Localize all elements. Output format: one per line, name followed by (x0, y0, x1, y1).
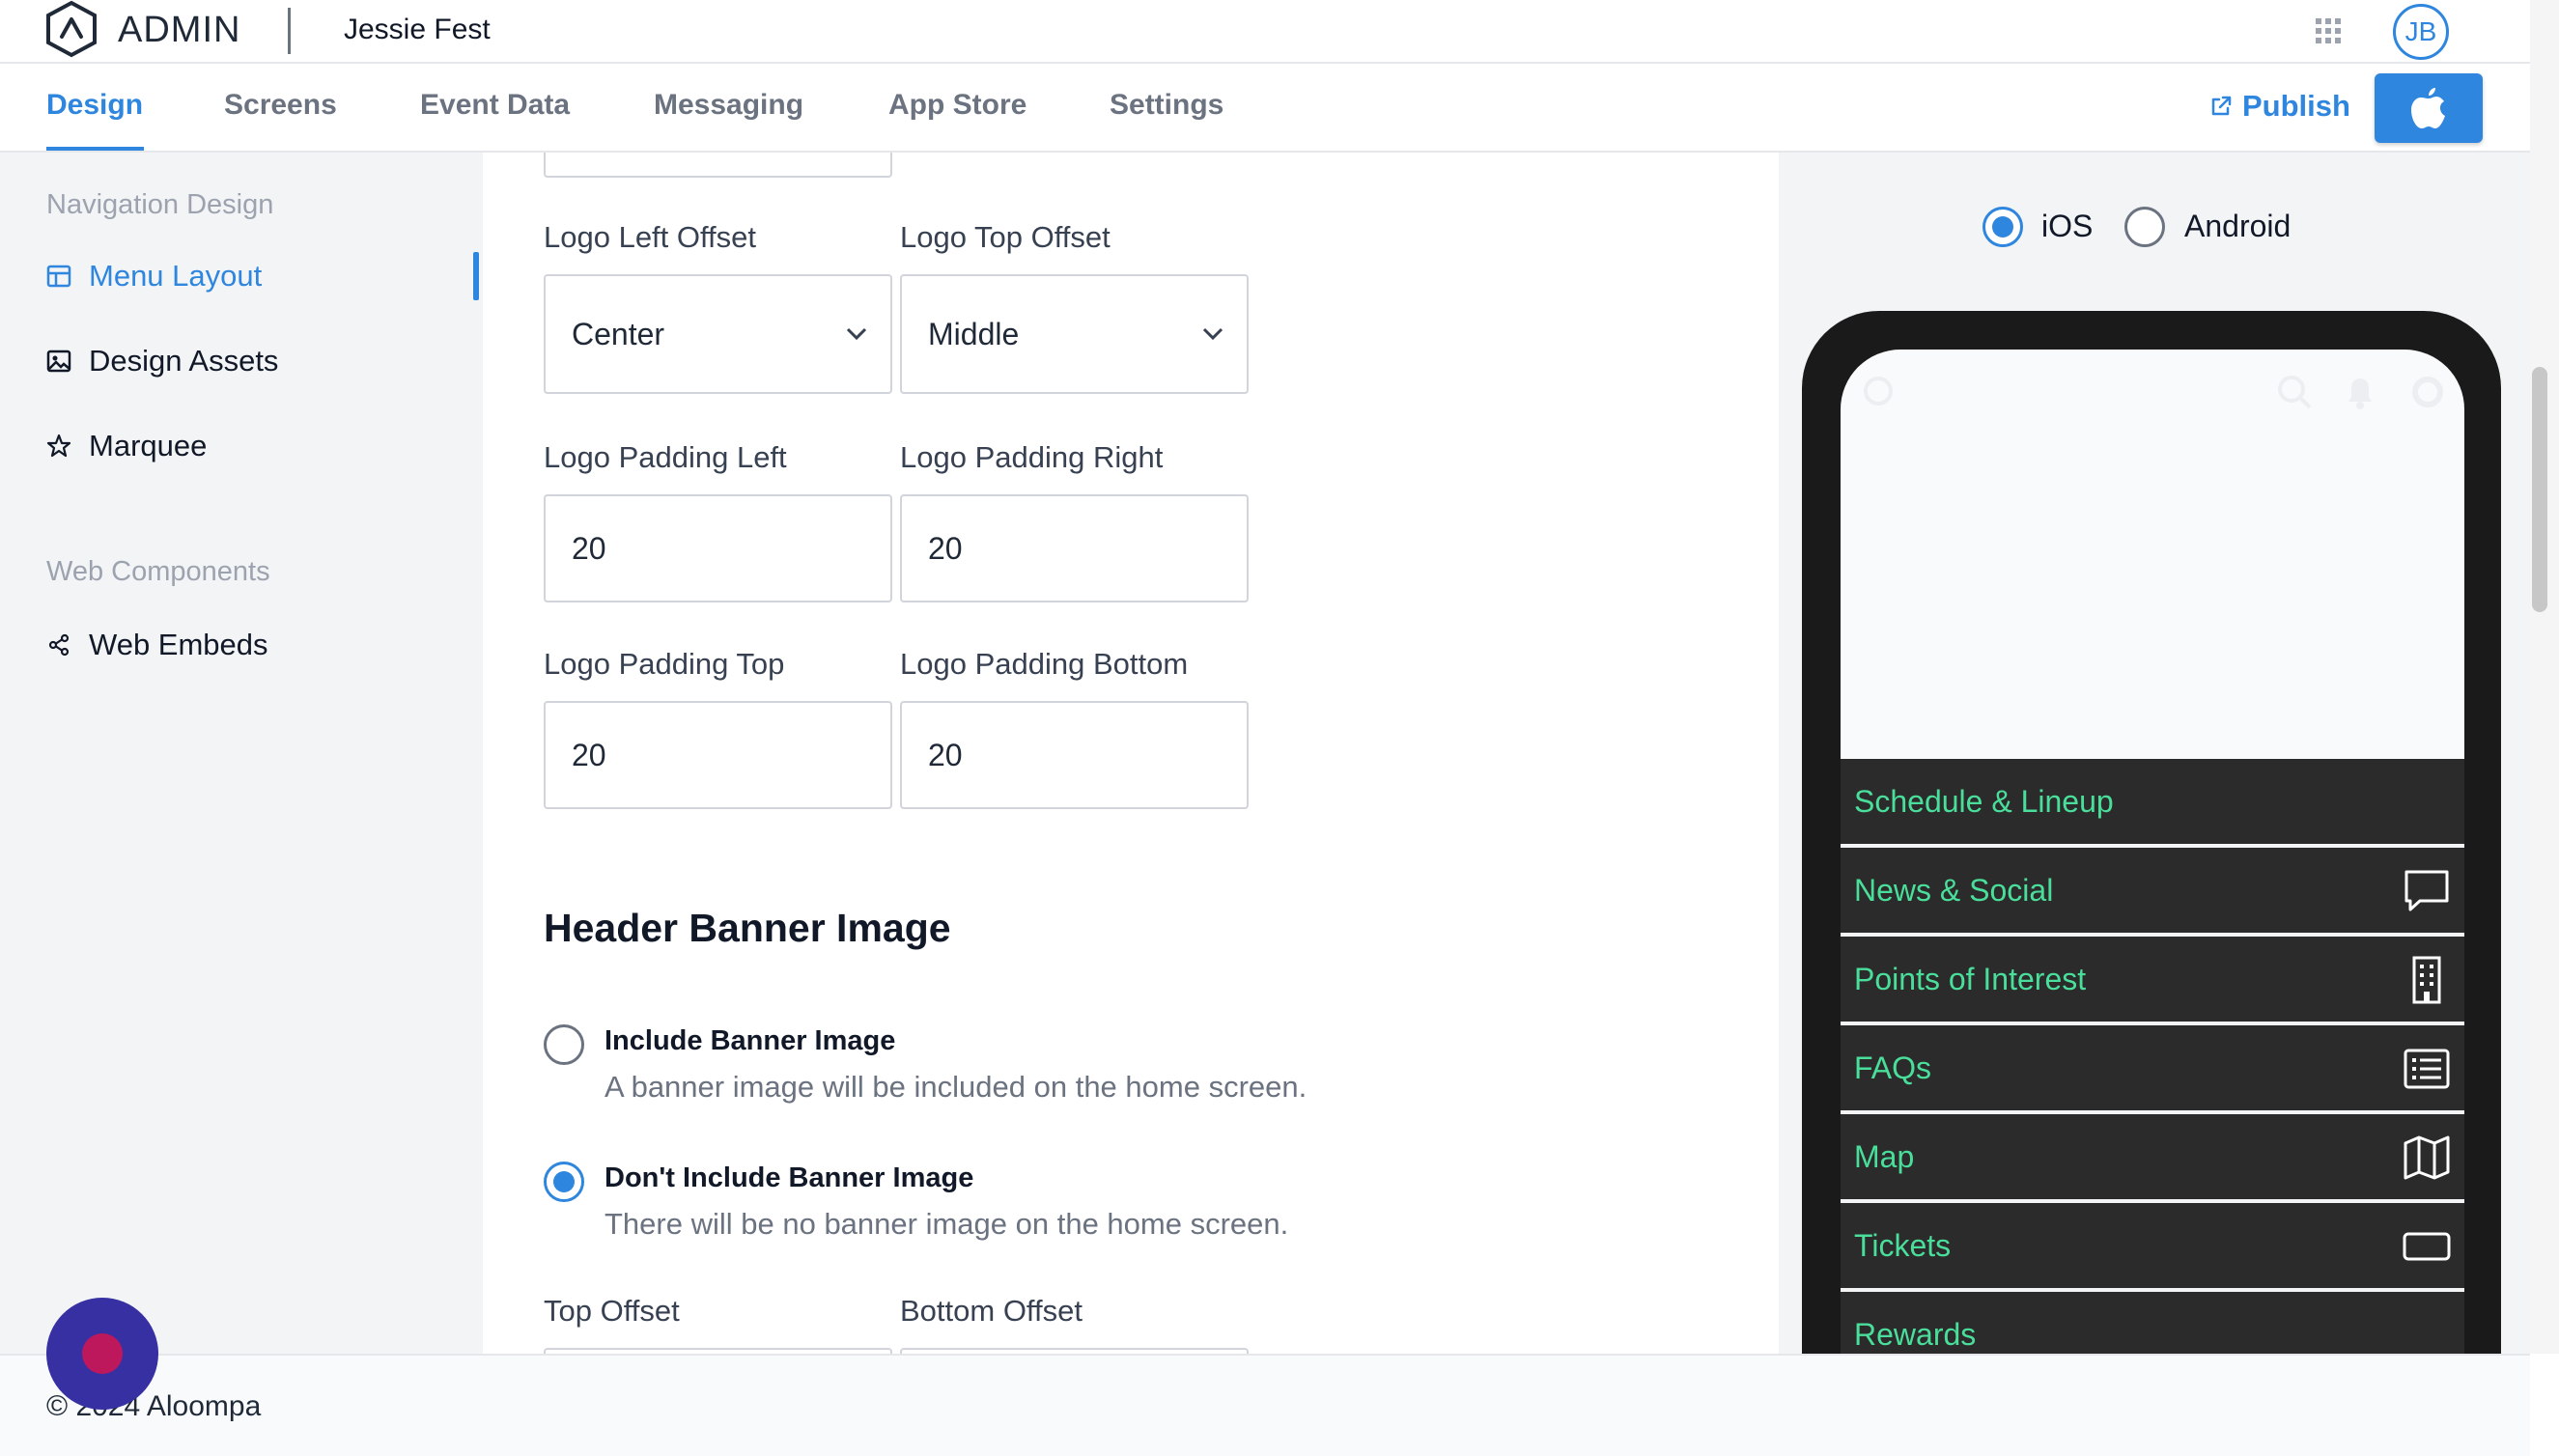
dont-include-banner-title: Don't Include Banner Image (605, 1162, 974, 1193)
preview-menu-item[interactable]: Schedule & Lineup (1841, 759, 2464, 848)
previous-field-input[interactable] (544, 153, 892, 178)
page-footer: © 2024 Aloompa (0, 1354, 2530, 1456)
preview-menu-item[interactable]: Points of Interest (1841, 937, 2464, 1025)
include-banner-radio[interactable] (544, 1024, 584, 1065)
chevron-down-icon (1202, 327, 1223, 341)
publish-button[interactable]: Publish (2209, 89, 2350, 124)
top-bar: ADMIN Jessie Fest JB (0, 0, 2530, 64)
sidebar-item-design-assets[interactable]: Design Assets (46, 344, 278, 378)
logo-padding-top-input[interactable]: 20 (544, 701, 892, 809)
logo-padding-top-label: Logo Padding Top (544, 647, 785, 681)
logo-padding-bottom-label: Logo Padding Bottom (900, 647, 1189, 681)
sidebar-item-label: Marquee (89, 429, 208, 462)
external-link-icon (2211, 96, 2232, 116)
tab-design[interactable]: Design (46, 89, 143, 122)
page-scrollbar-track (2530, 0, 2559, 1354)
search-icon (2278, 376, 2312, 409)
chat-launcher-button[interactable] (46, 1298, 158, 1410)
bottom-offset-label: Bottom Offset (900, 1294, 1083, 1328)
apple-icon (2411, 88, 2445, 128)
logo-left-offset-label: Logo Left Offset (544, 220, 757, 254)
brand-title: ADMIN (118, 10, 241, 50)
layout-icon (46, 265, 71, 288)
logo-padding-bottom-input[interactable]: 20 (900, 701, 1249, 809)
menu-item-label: News & Social (1854, 873, 2054, 908)
chat-launcher-icon (82, 1333, 123, 1374)
chat-bubble-icon (2404, 870, 2449, 911)
logo-left-offset-select[interactable]: Center (544, 274, 892, 394)
logo-padding-left-label: Logo Padding Left (544, 440, 787, 474)
star-icon (46, 434, 71, 458)
logo-top-offset-select[interactable]: Middle (900, 274, 1249, 394)
active-tab-indicator (46, 147, 144, 151)
header-banner-section-title: Header Banner Image (544, 906, 951, 950)
preview-menu-item[interactable]: Tickets (1841, 1203, 2464, 1292)
active-sidebar-indicator (473, 252, 479, 300)
menu-item-label: Tickets (1854, 1228, 1952, 1263)
ticket-icon (2403, 1232, 2451, 1261)
logo-top-offset-value: Middle (928, 316, 1020, 351)
android-label: Android (2184, 209, 2292, 243)
apps-grid-icon[interactable] (2315, 17, 2342, 44)
sidebar-item-label: Web Embeds (89, 628, 268, 661)
logo-padding-right-label: Logo Padding Right (900, 440, 1164, 474)
menu-item-label: Map (1854, 1139, 1915, 1174)
phone-frame: Schedule & Lineup News & Social Points o… (1802, 311, 2501, 1354)
sidebar-item-menu-layout[interactable]: Menu Layout (46, 259, 262, 294)
map-icon (2404, 1135, 2450, 1180)
tab-screens[interactable]: Screens (224, 89, 337, 122)
top-offset-label: Top Offset (544, 1294, 680, 1328)
include-banner-description: A banner image will be included on the h… (605, 1070, 1308, 1104)
logo-left-offset-value: Center (572, 316, 665, 351)
preview-menu-item[interactable]: FAQs (1841, 1025, 2464, 1114)
left-sidebar: Navigation Design Menu Layout Design Ass… (0, 153, 483, 1354)
tab-settings[interactable]: Settings (1110, 89, 1223, 122)
sidebar-section-navigation-design: Navigation Design (46, 189, 274, 220)
logo-padding-right-input[interactable]: 20 (900, 494, 1249, 602)
menu-item-label: Points of Interest (1854, 962, 2087, 996)
bell-icon (2348, 378, 2372, 409)
publish-label: Publish (2242, 89, 2350, 123)
ios-build-button[interactable] (2375, 73, 2483, 143)
menu-item-label: FAQs (1854, 1050, 1932, 1085)
ios-label: iOS (2041, 209, 2094, 243)
android-radio[interactable] (2124, 207, 2165, 247)
ios-radio[interactable] (1983, 207, 2023, 247)
app-preview-panel: iOS Android Schedule & Lineup News & Soc… (1779, 153, 2530, 1354)
admin-logo-icon[interactable] (42, 0, 100, 58)
preview-menu-item[interactable]: Map (1841, 1114, 2464, 1203)
logo-padding-left-input[interactable]: 20 (544, 494, 892, 602)
sidebar-item-web-embeds[interactable]: Web Embeds (46, 628, 268, 662)
image-icon (46, 350, 71, 373)
dont-include-banner-description: There will be no banner image on the hom… (605, 1207, 1289, 1241)
phone-screen: Schedule & Lineup News & Social Points o… (1841, 350, 2464, 1354)
menu-item-label: Rewards (1854, 1317, 1977, 1352)
building-icon (2412, 956, 2441, 1004)
design-form: Logo Left Offset Logo Top Offset Center … (483, 153, 1779, 1354)
phone-screen-header (1841, 350, 2464, 759)
list-icon (2404, 1049, 2450, 1089)
main-tabs: Design Screens Event Data Messaging App … (0, 64, 2530, 153)
refresh-icon (1864, 377, 1893, 406)
chevron-down-icon (846, 327, 867, 341)
tab-app-store[interactable]: App Store (888, 89, 1026, 122)
gear-icon (2412, 377, 2443, 407)
brand-divider (288, 8, 291, 54)
page-scrollbar-thumb[interactable] (2532, 367, 2547, 612)
logo-top-offset-label: Logo Top Offset (900, 220, 1111, 254)
share-nodes-icon (48, 633, 70, 657)
tab-event-data[interactable]: Event Data (420, 89, 570, 122)
user-avatar[interactable]: JB (2393, 4, 2449, 60)
sidebar-item-marquee[interactable]: Marquee (46, 429, 207, 463)
menu-item-label: Schedule & Lineup (1854, 784, 2114, 819)
preview-menu-item[interactable]: News & Social (1841, 848, 2464, 937)
sidebar-item-label: Menu Layout (89, 259, 263, 293)
app-name[interactable]: Jessie Fest (344, 14, 491, 46)
sidebar-item-label: Design Assets (89, 344, 279, 378)
include-banner-title: Include Banner Image (605, 1025, 896, 1056)
tab-messaging[interactable]: Messaging (654, 89, 803, 122)
dont-include-banner-radio[interactable] (544, 1162, 584, 1202)
sidebar-section-web-components: Web Components (46, 556, 270, 587)
preview-menu-item[interactable]: Rewards (1841, 1292, 2464, 1354)
